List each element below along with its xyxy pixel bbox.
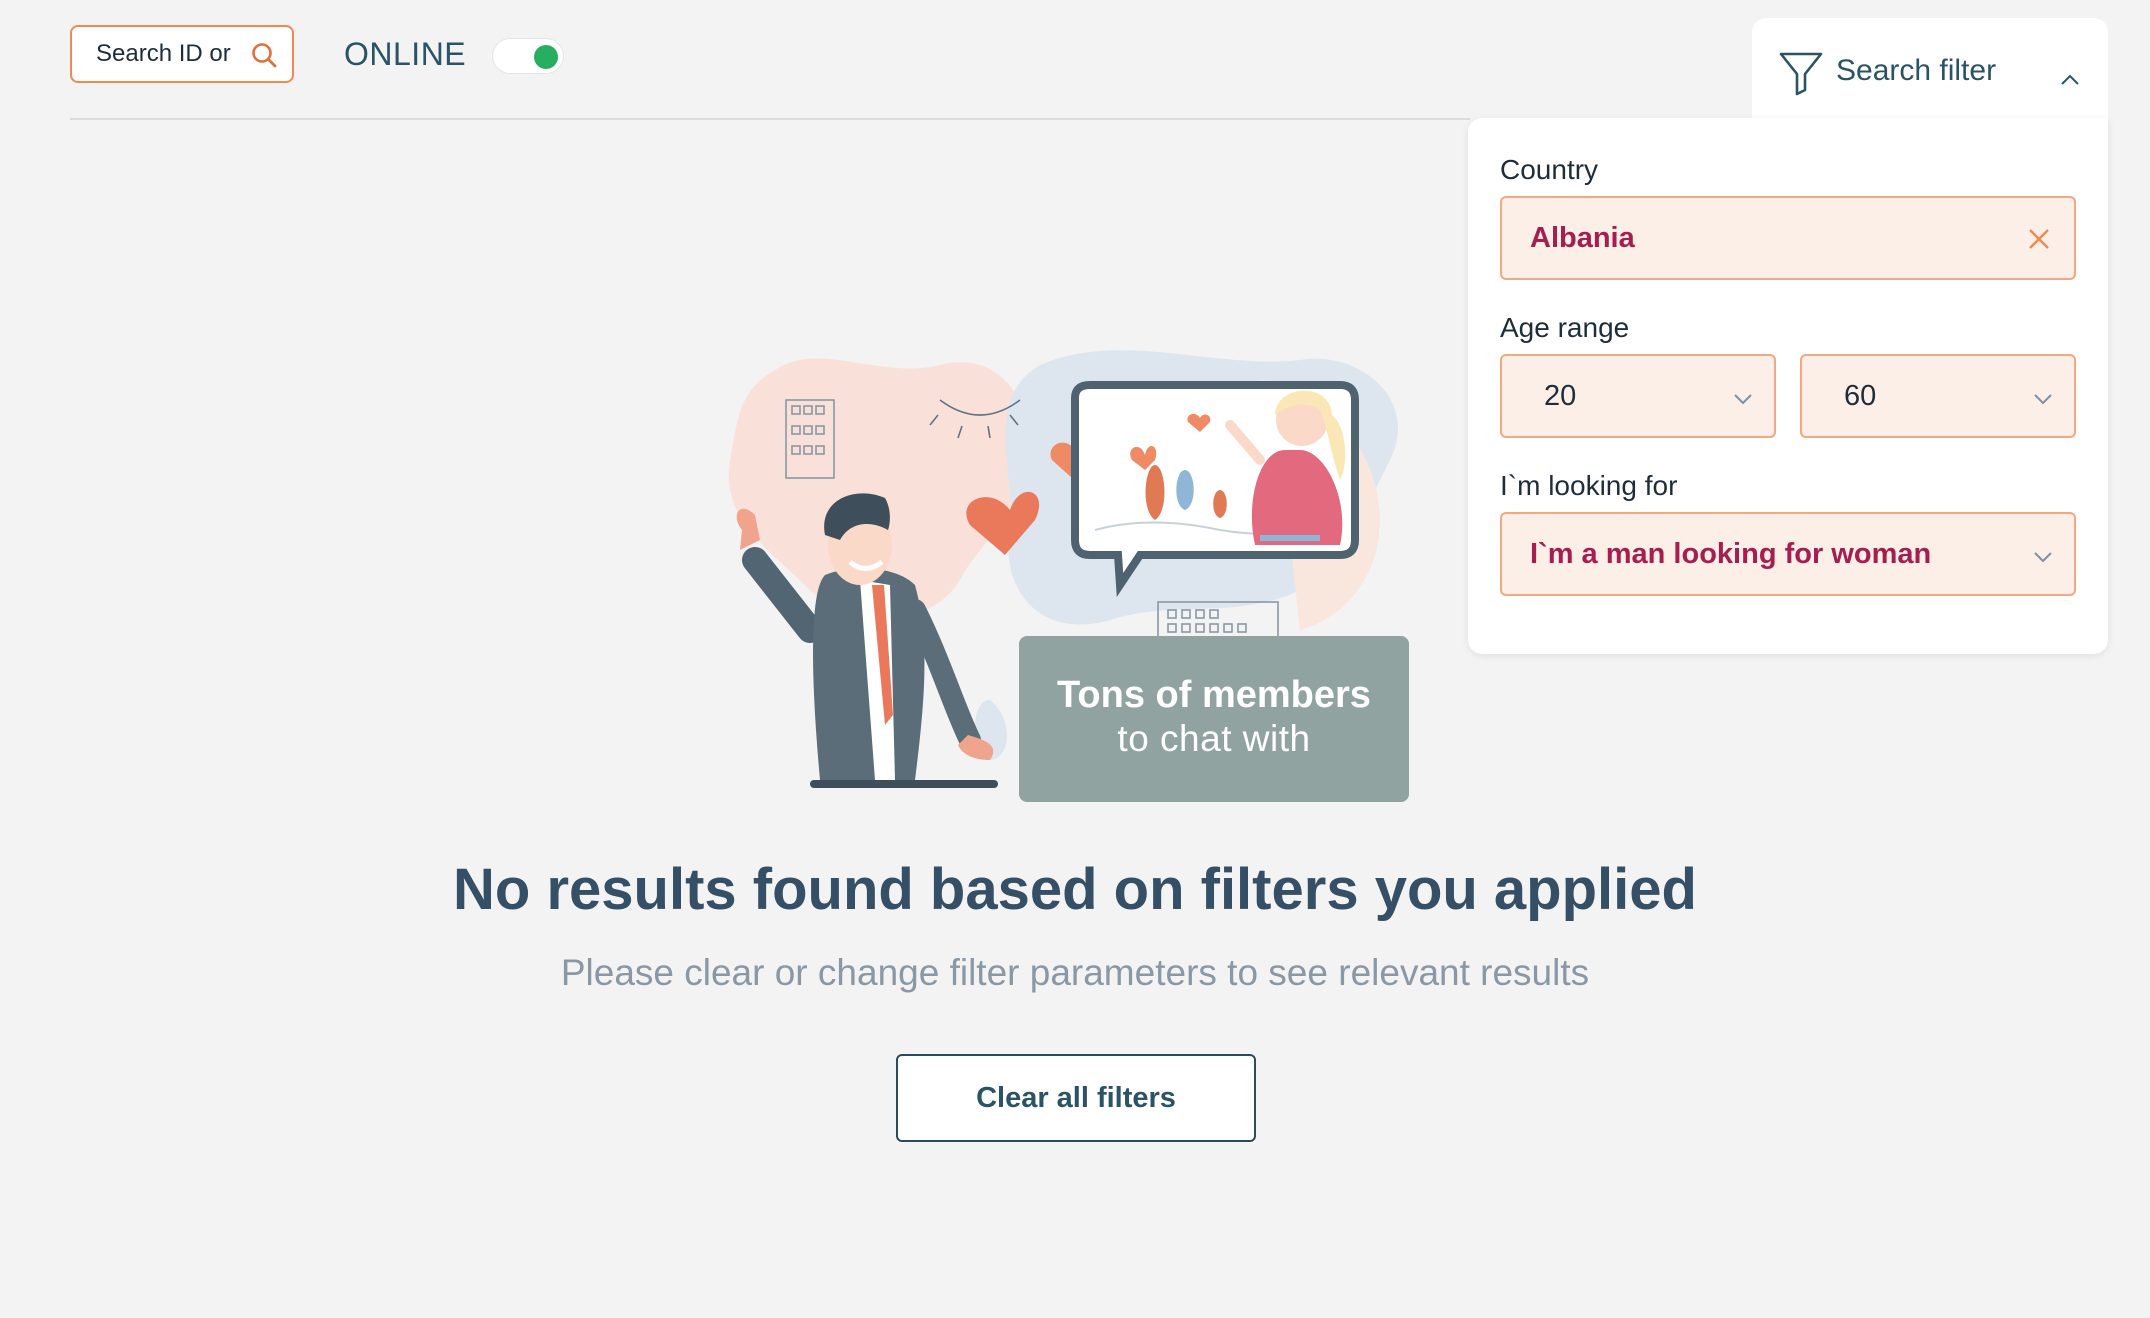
looking-for-value: I`m a man looking for woman	[1530, 537, 1932, 570]
toggle-knob	[534, 45, 558, 69]
promo-card: Tons of members to chat with	[1019, 636, 1409, 802]
chevron-up-icon[interactable]	[2058, 68, 2082, 92]
close-icon[interactable]	[2026, 226, 2052, 252]
chevron-down-icon	[1734, 394, 1752, 405]
no-results-hint: Please clear or change filter parameters…	[560, 952, 1590, 993]
page: ONLINE	[0, 0, 2150, 1318]
promo-line-1: Tons of members	[1057, 674, 1371, 716]
promo-line-2: to chat with	[1117, 718, 1311, 759]
online-toggle[interactable]	[492, 38, 564, 74]
age-max-select[interactable]: 60	[1800, 354, 2076, 438]
looking-for-select[interactable]: I`m a man looking for woman	[1500, 512, 2076, 596]
chevron-down-icon	[2034, 394, 2052, 405]
search-input[interactable]	[96, 40, 236, 68]
age-min-select[interactable]: 20	[1500, 354, 1776, 438]
no-results-heading: No results found based on filters you ap…	[453, 857, 1697, 922]
age-max-value: 60	[1844, 379, 1877, 412]
online-label: ONLINE	[344, 36, 467, 72]
clear-all-filters-button[interactable]: Clear all filters	[896, 1054, 1256, 1142]
search-filter-toggle[interactable]: Search filter	[1752, 18, 2108, 128]
search-icon[interactable]	[250, 41, 278, 69]
age-min-value: 20	[1544, 379, 1577, 412]
looking-for-label: I`m looking for	[1500, 470, 1678, 501]
chevron-down-icon	[2034, 552, 2052, 563]
filter-panel: Country Albania Age range 20 60 I`m look…	[1468, 118, 2108, 654]
funnel-icon	[1779, 52, 1823, 96]
country-label: Country	[1500, 154, 1599, 185]
search-field[interactable]	[70, 25, 294, 83]
country-value: Albania	[1530, 221, 1635, 254]
country-select[interactable]: Albania	[1500, 196, 2076, 280]
age-range-label: Age range	[1500, 312, 1630, 343]
header-divider	[70, 118, 1470, 120]
search-filter-title: Search filter	[1836, 54, 1997, 87]
